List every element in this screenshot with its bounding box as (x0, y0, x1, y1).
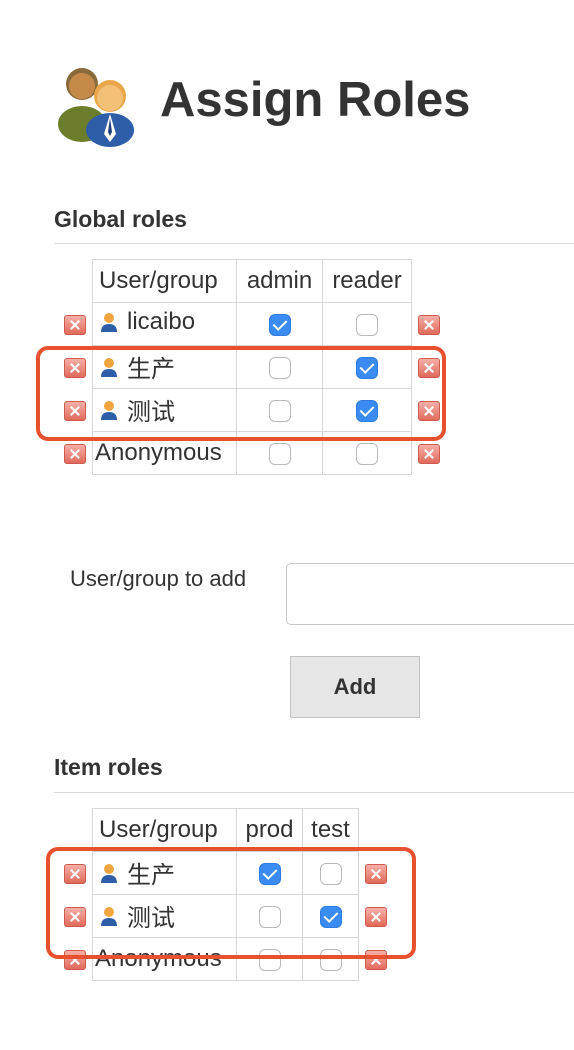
item-roles-header-row: User/group prod test (58, 808, 393, 852)
user-name: 生产 (127, 356, 175, 384)
assign-roles-page: Assign Roles Global roles User/group adm… (0, 0, 574, 1050)
table-row: 生产 (58, 345, 446, 389)
user-name: 测试 (127, 905, 175, 933)
delete-icon[interactable] (365, 949, 387, 970)
users-icon (58, 68, 134, 147)
role-header-prod: prod (236, 808, 303, 852)
user-name: Anonymous (95, 439, 222, 466)
role-checkbox-reader[interactable] (356, 399, 378, 422)
delete-icon[interactable] (418, 314, 440, 335)
role-checkbox-admin[interactable] (268, 313, 291, 336)
role-checkbox-reader[interactable] (356, 356, 378, 379)
delete-icon[interactable] (64, 357, 86, 378)
delete-icon[interactable] (365, 906, 387, 927)
item-roles-divider (54, 792, 574, 793)
user-name: 测试 (127, 399, 175, 427)
delete-icon[interactable] (64, 863, 86, 884)
role-header-reader: reader (322, 259, 412, 303)
user-icon (101, 400, 117, 420)
role-checkbox-prod[interactable] (258, 948, 281, 971)
role-checkbox-reader[interactable] (356, 442, 378, 465)
delete-icon[interactable] (365, 863, 387, 884)
user-icon (101, 906, 117, 926)
usergroup-column-header: User/group (92, 808, 237, 852)
user-icon (101, 313, 117, 332)
delete-icon[interactable] (64, 906, 86, 927)
role-checkbox-test[interactable] (319, 905, 342, 928)
table-row: licaibo (58, 302, 446, 346)
global-roles-heading: Global roles (54, 206, 187, 232)
delete-icon[interactable] (64, 949, 86, 970)
role-checkbox-admin[interactable] (268, 356, 291, 379)
item-roles-table: User/group prod test 生产 测试 Anonymous (58, 808, 393, 981)
table-row: 测试 (58, 388, 446, 432)
role-checkbox-admin[interactable] (268, 399, 291, 422)
user-name: 生产 (127, 862, 175, 890)
add-usergroup-input[interactable] (286, 563, 574, 625)
global-roles-divider (54, 243, 574, 244)
table-row: Anonymous (58, 431, 446, 475)
page-title: Assign Roles (160, 73, 471, 127)
table-row: 测试 (58, 894, 393, 938)
role-checkbox-test[interactable] (319, 948, 342, 971)
role-header-admin: admin (236, 259, 323, 303)
user-name: licaibo (127, 308, 196, 335)
role-header-test: test (302, 808, 359, 852)
add-usergroup-label: User/group to add (70, 566, 247, 591)
global-roles-table: User/group admin reader licaibo 生产 测试 An… (58, 259, 446, 475)
global-roles-header-row: User/group admin reader (58, 259, 446, 303)
user-icon (101, 357, 117, 377)
delete-icon[interactable] (64, 314, 86, 335)
delete-icon[interactable] (418, 443, 440, 464)
role-checkbox-prod[interactable] (258, 905, 281, 928)
role-checkbox-admin[interactable] (268, 442, 291, 465)
table-row: 生产 (58, 851, 393, 895)
delete-icon[interactable] (64, 443, 86, 464)
user-name: Anonymous (95, 945, 222, 972)
table-row: Anonymous (58, 937, 393, 981)
delete-icon[interactable] (64, 400, 86, 421)
role-checkbox-reader[interactable] (356, 313, 378, 336)
role-checkbox-prod[interactable] (258, 862, 281, 885)
usergroup-column-header: User/group (92, 259, 237, 303)
item-roles-heading: Item roles (54, 754, 163, 780)
role-checkbox-test[interactable] (319, 862, 342, 885)
delete-icon[interactable] (418, 400, 440, 421)
delete-icon[interactable] (418, 357, 440, 378)
add-button[interactable]: Add (290, 656, 420, 718)
user-icon (101, 863, 117, 883)
